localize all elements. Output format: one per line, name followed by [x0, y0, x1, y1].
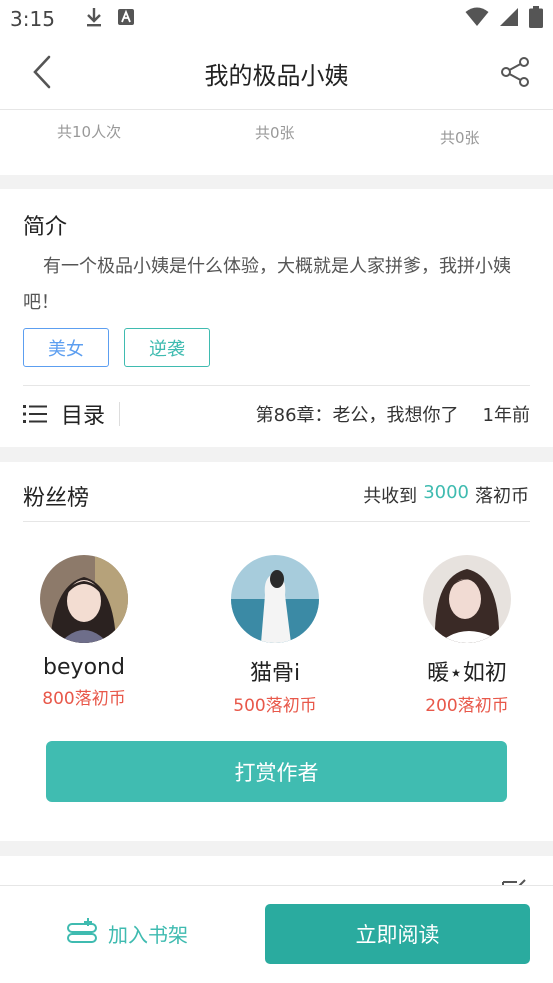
fans-total: 3000 — [423, 482, 469, 503]
divider — [23, 385, 530, 386]
fans-section: 粉丝榜 共收到 3000 落初币 beyond 800落初币 猫骨i 500落初… — [0, 462, 553, 841]
app-header: 我的极品小姨 — [0, 38, 553, 110]
fan-name: beyond — [43, 655, 125, 680]
bookshelf-add-icon — [66, 918, 98, 949]
add-to-shelf-button[interactable]: 加入书架 — [66, 918, 188, 949]
fan-coins: 800落初币 — [42, 689, 126, 709]
intro-section: 简介 有一个极品小姨是什么体验，大概就是人家拼爹，我拼小姨吧！ 美女 逆袭 目录… — [0, 189, 553, 447]
fan-coins: 500落初币 — [233, 696, 317, 716]
toc-separator — [119, 402, 121, 426]
list-icon — [23, 404, 47, 424]
fans-summary: 共收到 3000 落初币 — [363, 482, 529, 508]
chevron-left-icon — [32, 55, 52, 93]
section-gap — [0, 175, 553, 189]
status-time: 3:15 — [10, 7, 55, 31]
share-icon — [499, 56, 531, 92]
wifi-icon — [465, 7, 489, 31]
latest-chapter-time: 1年前 — [482, 405, 530, 426]
fans-currency: 落初币 — [475, 486, 529, 507]
battery-icon — [529, 6, 543, 32]
page-title: 我的极品小姨 — [204, 62, 349, 90]
read-now-button[interactable]: 立即阅读 — [265, 904, 530, 964]
fans-title: 粉丝榜 — [23, 486, 90, 511]
fan-name: 暖⋆如初 — [427, 661, 507, 686]
divider — [23, 521, 530, 522]
fan-item[interactable]: 暖⋆如初 200落初币 — [397, 555, 537, 716]
avatar — [40, 555, 128, 643]
stat-tickets-count: 共0张 — [255, 124, 295, 142]
intro-title: 简介 — [23, 215, 68, 240]
signal-icon — [499, 7, 519, 31]
section-gap — [0, 447, 553, 462]
fan-item[interactable]: 猫骨i 500落初币 — [205, 555, 345, 716]
app-notification-icon — [117, 8, 135, 30]
stat-monthly-count: 共0张 — [440, 129, 480, 147]
fan-coins: 200落初币 — [425, 696, 509, 716]
section-gap — [0, 841, 553, 856]
bottom-action-bar: 加入书架 立即阅读 — [0, 885, 553, 983]
fans-summary-prefix: 共收到 — [363, 486, 418, 507]
fan-item[interactable]: beyond 800落初币 — [14, 555, 154, 709]
share-button[interactable] — [497, 56, 533, 92]
toc-row[interactable]: 目录 第86章：老公，我想你了 1年前 — [23, 389, 530, 439]
tag-button[interactable]: 逆袭 — [124, 328, 210, 367]
back-button[interactable] — [24, 55, 60, 93]
latest-chapter[interactable]: 第86章：老公，我想你了 — [256, 401, 459, 427]
add-to-shelf-label: 加入书架 — [108, 923, 188, 947]
avatar — [423, 555, 511, 643]
reward-author-button[interactable]: 打赏作者 — [46, 741, 507, 802]
status-bar: 3:15 — [0, 0, 553, 38]
stats-row: 共10人次 共0张 共0张 — [0, 111, 553, 175]
toc-label: 目录 — [61, 404, 106, 429]
fan-name: 猫骨i — [249, 661, 301, 686]
intro-text: 有一个极品小姨是什么体验，大概就是人家拼爹，我拼小姨吧！ — [23, 256, 511, 313]
stat-fans-count: 共10人次 — [57, 123, 122, 141]
reviews-section — [0, 856, 553, 886]
avatar — [231, 555, 319, 643]
download-icon — [85, 7, 103, 31]
tag-button[interactable]: 美女 — [23, 328, 109, 367]
